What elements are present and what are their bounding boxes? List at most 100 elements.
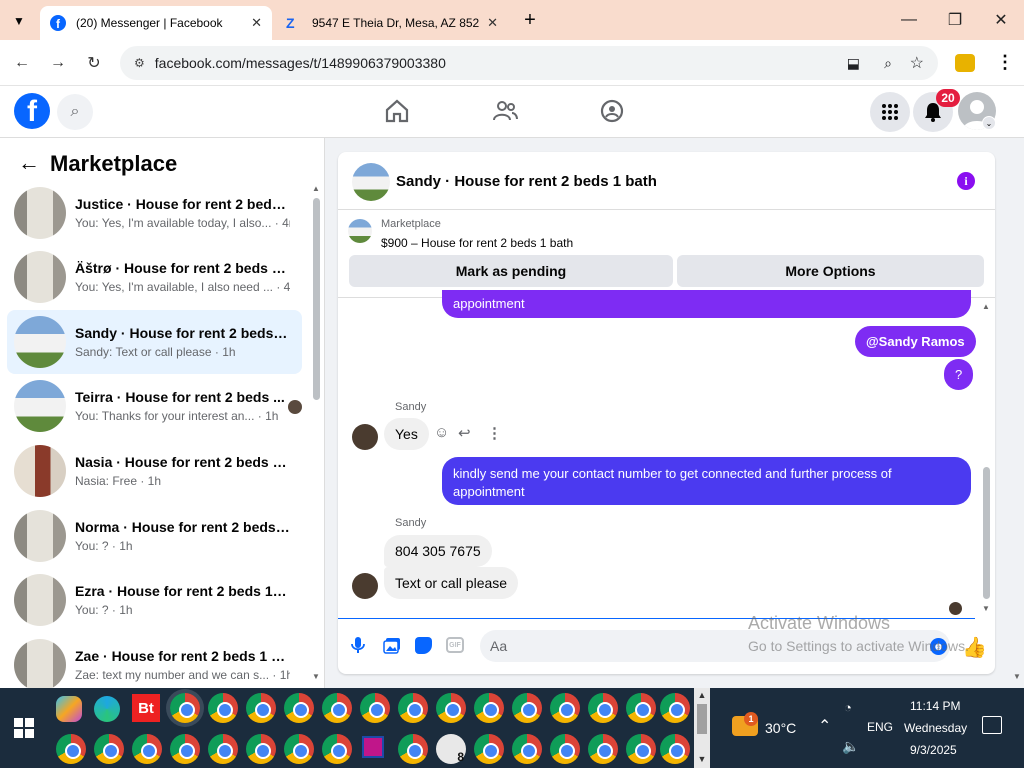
facebook-logo[interactable]: f — [14, 93, 50, 129]
voice-clip-icon[interactable] — [351, 636, 365, 657]
tab-search-button[interactable]: ▼ — [8, 10, 30, 32]
notification-center-icon[interactable] — [982, 716, 1002, 734]
chrome-profile-icon[interactable] — [512, 734, 542, 764]
chrome-profile-icon[interactable] — [170, 734, 200, 764]
chrome-profile-icon[interactable] — [56, 734, 86, 764]
tab-messenger[interactable]: f (20) Messenger | Facebook ✕ — [40, 6, 272, 40]
temperature[interactable]: 30°C — [765, 720, 796, 736]
chrome-profile-icon[interactable] — [626, 693, 656, 723]
friends-icon[interactable] — [492, 98, 518, 124]
chrome-profile-icon[interactable] — [360, 693, 390, 723]
emoji-picker-icon[interactable]: ☻ — [930, 638, 947, 655]
chrome-profile-icon[interactable] — [588, 734, 618, 764]
bt-app-icon[interactable]: Bt — [132, 694, 160, 722]
taskbar-scrollbar[interactable]: ▲ ▼ — [694, 688, 710, 768]
gif-icon[interactable]: GIF — [446, 637, 464, 653]
app-square-icon[interactable] — [362, 736, 384, 758]
chrome-profile-icon[interactable] — [436, 693, 466, 723]
new-tab-button[interactable]: + — [518, 8, 542, 32]
wifi-icon[interactable]: ◔ — [844, 700, 852, 715]
reply-icon[interactable]: ↩ — [458, 424, 471, 442]
extension-icon[interactable] — [955, 54, 975, 72]
conversation-item[interactable]: Justice · House for rent 2 beds 1... You:… — [7, 181, 302, 245]
react-emoji-icon[interactable]: ☺ — [434, 424, 449, 441]
chat-title[interactable]: Sandy · House for rent 2 beds 1 bath — [396, 173, 657, 190]
site-info-icon[interactable]: ⚙ — [134, 56, 145, 70]
close-tab-icon[interactable]: ✕ — [251, 15, 262, 31]
conversation-item-selected[interactable]: Sandy · House for rent 2 beds 1 ... Sandy… — [7, 310, 302, 374]
chrome-profile-icon[interactable] — [550, 734, 580, 764]
chrome-profile-icon[interactable] — [398, 693, 428, 723]
chat-scrollbar[interactable] — [983, 467, 990, 599]
conversation-item[interactable]: Nasia · House for rent 2 beds 1 ... Nasia… — [7, 439, 302, 503]
whatsapp-icon[interactable]: 8 — [436, 734, 466, 764]
chrome-profile-icon[interactable] — [474, 734, 504, 764]
browser-menu-icon[interactable]: ⋮ — [996, 52, 1014, 73]
chrome-profile-icon[interactable] — [660, 734, 690, 764]
forward-button[interactable]: → — [45, 50, 71, 76]
scroll-up-arrow-icon[interactable]: ▲ — [982, 302, 990, 311]
back-arrow-icon[interactable]: ← — [18, 150, 40, 176]
volume-icon[interactable]: 🔈 — [842, 738, 859, 755]
conversation-item[interactable]: Ezra · House for rent 2 beds 1 ba... You:… — [7, 568, 302, 632]
incoming-message[interactable]: Yes — [384, 418, 429, 450]
sender-avatar[interactable] — [352, 424, 378, 450]
outgoing-message[interactable]: kindly send me your contact number to ge… — [442, 457, 971, 505]
clock-date[interactable]: 9/3/2025 — [910, 743, 957, 757]
listing-title[interactable]: $900 – House for rent 2 beds 1 bath — [381, 236, 573, 250]
install-app-icon[interactable]: ⬓ — [847, 55, 860, 72]
conversation-item[interactable]: Norma · House for rent 2 beds 1... You: ?… — [7, 504, 302, 568]
scroll-up-arrow-icon[interactable]: ▲ — [694, 690, 710, 700]
maximize-button[interactable]: ❐ — [932, 0, 978, 40]
zoom-icon[interactable]: ⌕ — [884, 55, 892, 72]
conversation-item[interactable]: Äštrø · House for rent 2 beds 1 b... You:… — [7, 245, 302, 309]
account-chevron-icon[interactable]: ⌄ — [982, 116, 996, 130]
mark-as-pending-button[interactable]: Mark as pending — [349, 255, 673, 287]
address-bar[interactable]: ⚙ facebook.com/messages/t/14899063790033… — [120, 46, 938, 80]
scroll-down-arrow-icon[interactable]: ▼ — [982, 604, 990, 613]
page-scroll-down-arrow-icon[interactable]: ▼ — [1013, 672, 1021, 681]
menu-grid-icon[interactable] — [870, 92, 910, 132]
home-icon[interactable] — [384, 98, 410, 124]
windows-start-icon[interactable] — [14, 718, 34, 741]
chrome-profile-icon[interactable] — [170, 693, 200, 723]
tab-zillow[interactable]: Z 9547 E Theia Dr, Mesa, AZ 852 ✕ — [276, 6, 508, 40]
incoming-message[interactable]: Text or call please — [384, 567, 519, 599]
chrome-profile-icon[interactable] — [588, 693, 618, 723]
language-indicator[interactable]: ENG — [867, 720, 893, 734]
chrome-profile-icon[interactable] — [550, 693, 580, 723]
message-input[interactable]: Aa — [480, 630, 950, 662]
chrome-profile-icon[interactable] — [474, 693, 504, 723]
conversation-item[interactable]: Zae · House for rent 2 beds 1 bath Zae: t… — [7, 633, 302, 688]
conversation-item[interactable]: Teirra · House for rent 2 beds ... You: T… — [7, 374, 302, 438]
thumbs-up-icon[interactable]: 👍 — [962, 635, 987, 660]
chrome-profile-icon[interactable] — [94, 734, 124, 764]
scroll-up-arrow-icon[interactable]: ▲ — [312, 184, 320, 193]
outgoing-message[interactable]: appointment — [442, 290, 971, 318]
chrome-profile-icon[interactable] — [322, 734, 352, 764]
reload-button[interactable]: ↻ — [81, 50, 107, 76]
sender-avatar[interactable] — [352, 573, 378, 599]
groups-icon[interactable] — [599, 98, 625, 124]
clock-day[interactable]: Wednesday — [904, 721, 967, 735]
chrome-profile-icon[interactable] — [208, 693, 238, 723]
listing-thumbnail[interactable] — [348, 219, 372, 243]
chrome-profile-icon[interactable] — [512, 693, 542, 723]
chrome-profile-icon[interactable] — [284, 734, 314, 764]
sidebar-scrollbar[interactable] — [313, 198, 320, 400]
back-button[interactable]: ← — [9, 50, 35, 76]
close-window-button[interactable]: ✕ — [978, 0, 1024, 40]
incoming-message[interactable]: 804 305 7675 — [384, 535, 492, 567]
conversation-info-icon[interactable]: i — [957, 172, 975, 190]
chrome-profile-icon[interactable] — [246, 693, 276, 723]
edge-browser-icon[interactable] — [94, 696, 120, 722]
taskbar-scroll-thumb[interactable] — [697, 704, 707, 734]
chrome-profile-icon[interactable] — [626, 734, 656, 764]
more-options-button[interactable]: More Options — [677, 255, 984, 287]
chrome-profile-icon[interactable] — [322, 693, 352, 723]
outgoing-mention-message[interactable]: @Sandy Ramos — [855, 326, 976, 357]
minimize-button[interactable]: — — [886, 0, 932, 40]
more-actions-icon[interactable]: ⋮ — [487, 424, 502, 442]
close-tab-icon[interactable]: ✕ — [487, 15, 498, 31]
attach-image-icon[interactable] — [383, 637, 401, 657]
